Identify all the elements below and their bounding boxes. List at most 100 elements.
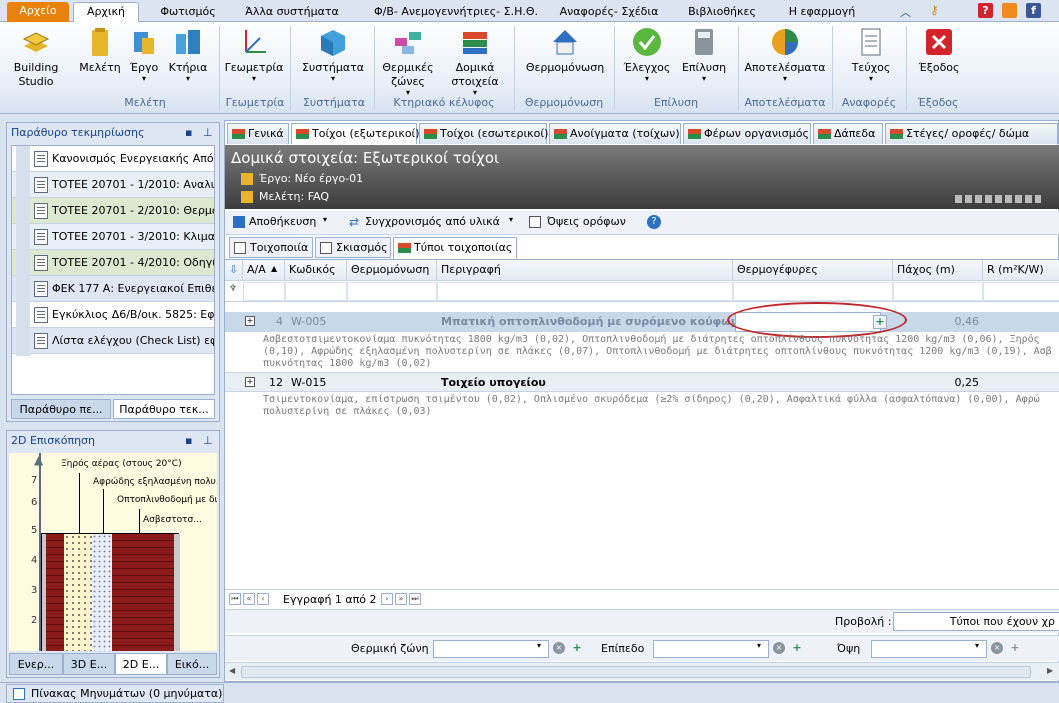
filter-cell[interactable] — [893, 282, 983, 301]
tab-3d[interactable]: 3D Ε... — [63, 653, 115, 675]
list-item[interactable]: ΤΟΤΕΕ 20701 - 1/2010: Αναλυτ... — [12, 172, 214, 198]
pin-icon[interactable]: ⊥ — [203, 123, 213, 143]
chevron-down-icon[interactable]: ▾ — [975, 641, 979, 650]
expand-icon[interactable]: + — [245, 377, 255, 387]
prev-record-icon[interactable]: ‹ — [257, 593, 269, 605]
tab-general[interactable]: Γενικά — [227, 123, 289, 144]
add-icon[interactable]: + — [791, 642, 803, 654]
pin-icon[interactable]: ⊥ — [203, 431, 213, 451]
sort-icon[interactable]: ⇩ — [225, 260, 243, 281]
level-select[interactable] — [653, 640, 769, 658]
thermomonosi-button[interactable]: Θερμομόνωση — [522, 26, 608, 75]
minimize-icon[interactable]: ▪ — [185, 123, 192, 143]
meleti-button[interactable]: Μελέτη — [78, 26, 122, 75]
collapse-ribbon-icon[interactable]: ︿ — [900, 4, 911, 20]
tab-reports[interactable]: Αναφορές- Σχέδια — [554, 3, 664, 22]
sync-button[interactable]: Συγχρονισμός από υλικά — [365, 215, 500, 228]
systimata-button[interactable]: Συστήματα ▾ — [300, 26, 366, 83]
next-record-icon[interactable]: › — [381, 593, 393, 605]
scrollbar-thumb[interactable] — [241, 666, 1031, 678]
chevron-down-icon[interactable]: ▾ — [323, 215, 327, 224]
col-code[interactable]: Κωδικός — [285, 260, 347, 281]
filter-cell[interactable] — [437, 282, 733, 301]
tab-app[interactable]: Η εφαρμογή — [780, 3, 864, 22]
filter-cell[interactable] — [347, 282, 437, 301]
teuxos-button[interactable]: Τεύχος ▾ — [844, 26, 898, 83]
tab-lighting[interactable]: Φωτισμός — [150, 3, 226, 22]
list-item[interactable]: ΦΕΚ 177 Α: Ενεργειακοί Επιθε... — [12, 276, 214, 302]
tab-internal-walls[interactable]: Τοίχοι (εσωτερικοί) — [419, 123, 548, 144]
tab-documentation-window[interactable]: Παράθυρο τεκ... — [113, 399, 215, 419]
key-icon[interactable]: ⚷ — [930, 3, 946, 17]
building-studio-button[interactable]: Building Studio — [8, 26, 64, 89]
tab-openings[interactable]: Ανοίγματα (τοίχων) — [549, 123, 681, 144]
subtab-shading[interactable]: Σκιασμός — [315, 237, 391, 258]
tab-file[interactable]: Αρχείο — [7, 2, 69, 22]
apotelesmata-button[interactable]: Αποτελέσματα ▾ — [744, 26, 826, 83]
help-icon[interactable]: ? — [647, 215, 661, 229]
first-record-icon[interactable]: ⏮ — [229, 593, 241, 605]
col-thermal-bridges[interactable]: Θερμογέφυρες — [733, 260, 893, 281]
tab-external-walls[interactable]: Τοίχοι (εξωτερικοί) — [291, 123, 420, 144]
last-record-icon[interactable]: ⏭ — [409, 593, 421, 605]
epilysi-button[interactable]: Επίλυση ▾ — [678, 26, 730, 83]
tab-image[interactable]: Εικό... — [167, 653, 217, 675]
add-icon[interactable]: + — [1009, 642, 1021, 654]
tab-floors[interactable]: Δάπεδα — [813, 123, 883, 144]
tab-other-systems[interactable]: Άλλα συστήματα — [240, 3, 344, 22]
filter-cell[interactable] — [733, 282, 893, 301]
filter-cell[interactable] — [983, 282, 1059, 301]
view-select[interactable]: Τύποι που έχουν χρ — [893, 612, 1059, 631]
tab-pv-wind[interactable]: Φ/Β- Ανεμογεννήτριες- Σ.Η.Θ. — [368, 3, 544, 22]
horizontal-scrollbar[interactable]: ◀ ▶ — [225, 662, 1059, 680]
tab-2d[interactable]: 2D Ε... — [115, 653, 167, 675]
next-page-icon[interactable]: » — [395, 593, 407, 605]
clear-icon[interactable]: × — [553, 642, 565, 654]
floors-button[interactable]: Όψεις ορόφων — [547, 215, 626, 228]
rss-icon[interactable] — [1002, 3, 1017, 18]
col-thickness[interactable]: Πάχος (m) — [893, 260, 983, 281]
table-row[interactable]: + 4 W-005 Μπατική οπτοπλινθοδομή με συρό… — [225, 312, 1059, 332]
tab-libraries[interactable]: Βιβλιοθήκες — [682, 3, 762, 22]
chevron-down-icon[interactable]: ▾ — [509, 215, 513, 224]
ktiria-button[interactable]: Κτήρια ▾ — [166, 26, 210, 83]
exodos-button[interactable]: Έξοδος — [914, 26, 964, 75]
list-item[interactable]: ΤΟΤΕΕ 20701 - 2/2010: Θερμομ... — [12, 198, 214, 224]
clear-icon[interactable]: × — [991, 642, 1003, 654]
zone-select[interactable] — [433, 640, 549, 658]
tab-structure[interactable]: Φέρων οργανισμός — [683, 123, 811, 144]
tab-home[interactable]: Αρχική — [73, 2, 139, 22]
col-aa[interactable]: Α/Α — [243, 260, 285, 281]
save-button[interactable]: Αποθήκευση — [249, 215, 316, 228]
filter-cell[interactable] — [285, 282, 347, 301]
chevron-down-icon[interactable]: ▾ — [757, 641, 761, 650]
scroll-left-icon[interactable]: ◀ — [229, 666, 235, 675]
facebook-icon[interactable]: f — [1026, 3, 1041, 18]
tab-roofs[interactable]: Στέγες/ οροφές/ δώμα — [885, 123, 1058, 144]
table-row[interactable]: + 12 W-015 Τοιχείο υπογείου 0,25 — [225, 372, 1059, 392]
col-description[interactable]: Περιγραφή — [437, 260, 733, 281]
list-item[interactable]: Λίστα ελέγχου (Check List) εφ... — [12, 328, 214, 354]
elegxos-button[interactable]: Έλεγχος ▾ — [622, 26, 672, 83]
help-icon[interactable]: ? — [978, 3, 993, 18]
clear-icon[interactable]: × — [773, 642, 785, 654]
messages-panel-tab[interactable]: Πίνακας Μηνυμάτων (0 μηνύματα) — [6, 684, 224, 703]
filter-cell[interactable] — [243, 282, 285, 301]
geometria-button[interactable]: Γεωμετρία ▾ — [224, 26, 284, 83]
ergo-button[interactable]: Έργο ▾ — [124, 26, 164, 83]
minimize-icon[interactable]: ▪ — [185, 431, 192, 451]
expand-icon[interactable]: + — [245, 316, 255, 326]
col-r-value[interactable]: R (m²K/W) — [983, 260, 1059, 281]
domika-stoixeia-button[interactable]: Δομικά στοιχεία ▾ — [444, 26, 506, 97]
subtab-masonry-types[interactable]: Τύποι τοιχοποιίας — [393, 237, 517, 259]
list-item[interactable]: Εγκύκλιος Δ6/Β/οικ. 5825: Εφ... — [12, 302, 214, 328]
col-insulation[interactable]: Θερμομόνωση — [347, 260, 437, 281]
facade-select[interactable] — [871, 640, 987, 658]
tab-energy[interactable]: Ενερ... — [9, 653, 63, 675]
scroll-right-icon[interactable]: ▶ — [1047, 666, 1053, 675]
prev-page-icon[interactable]: « — [243, 593, 255, 605]
subtab-masonry[interactable]: Τοιχοποιία — [229, 237, 313, 258]
tab-document-window[interactable]: Παράθυρο πε... — [11, 399, 111, 419]
list-item[interactable]: ΤΟΤΕΕ 20701 - 3/2010: Κλιματι... — [12, 224, 214, 250]
add-icon[interactable]: + — [571, 642, 583, 654]
